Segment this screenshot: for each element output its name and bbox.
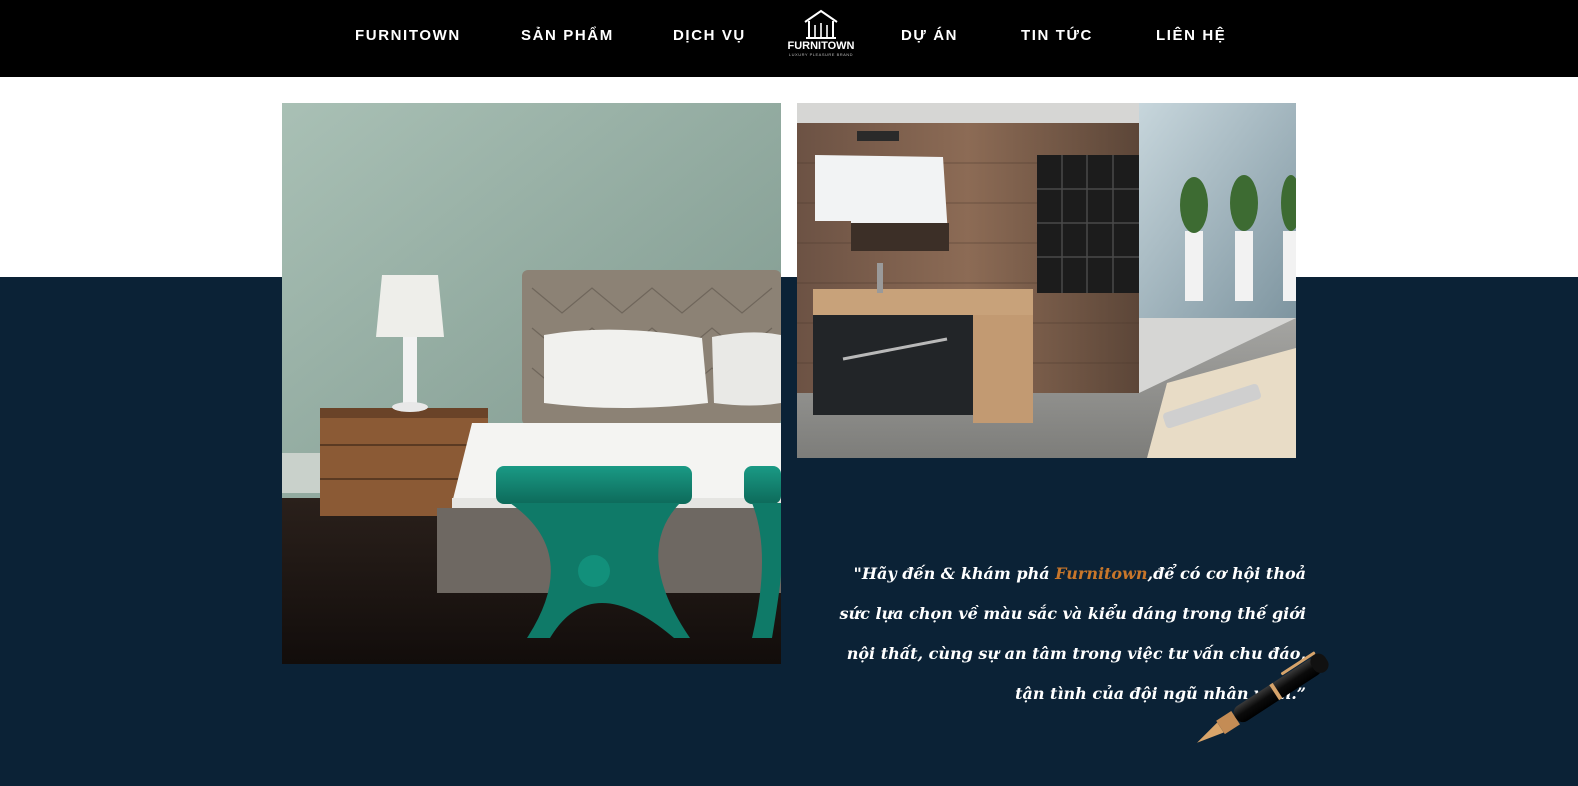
- nav-item-tin-tuc[interactable]: TIN TỨC: [1021, 27, 1093, 44]
- fountain-pen-icon: [1170, 640, 1360, 750]
- bedroom-photo: [282, 103, 781, 664]
- logo-name: FURNITOWN: [787, 40, 855, 52]
- top-nav: FURNITOWN SẢN PHẨM DỊCH VỤ FURNITOWN lux…: [0, 0, 1578, 77]
- quote-open: "Hãy đến & khám phá: [853, 564, 1056, 583]
- nav-item-lien-he[interactable]: LIÊN HỆ: [1156, 27, 1226, 44]
- quote-line-2: sức lựa chọn về màu sắc và kiểu dáng tro…: [839, 604, 1306, 623]
- brand-logo[interactable]: FURNITOWN luxury pleasure brand: [784, 9, 858, 63]
- nav-item-dich-vu[interactable]: DỊCH VỤ: [673, 27, 746, 44]
- quote-brand-highlight: Furnitown: [1055, 564, 1148, 583]
- quote-line-1: "Hãy đến & khám phá Furnitown,để có cơ h…: [822, 554, 1306, 594]
- house-outline-icon: [804, 9, 838, 39]
- nav-item-furnitown[interactable]: FURNITOWN: [355, 27, 461, 44]
- quote-line-1-rest: ,để có cơ hội thoả: [1147, 564, 1307, 583]
- logo-tagline: luxury pleasure brand: [788, 52, 854, 57]
- nav-item-du-an[interactable]: DỰ ÁN: [901, 27, 958, 44]
- nav-item-san-pham[interactable]: SẢN PHẨM: [521, 27, 614, 44]
- bathroom-photo: [797, 103, 1296, 458]
